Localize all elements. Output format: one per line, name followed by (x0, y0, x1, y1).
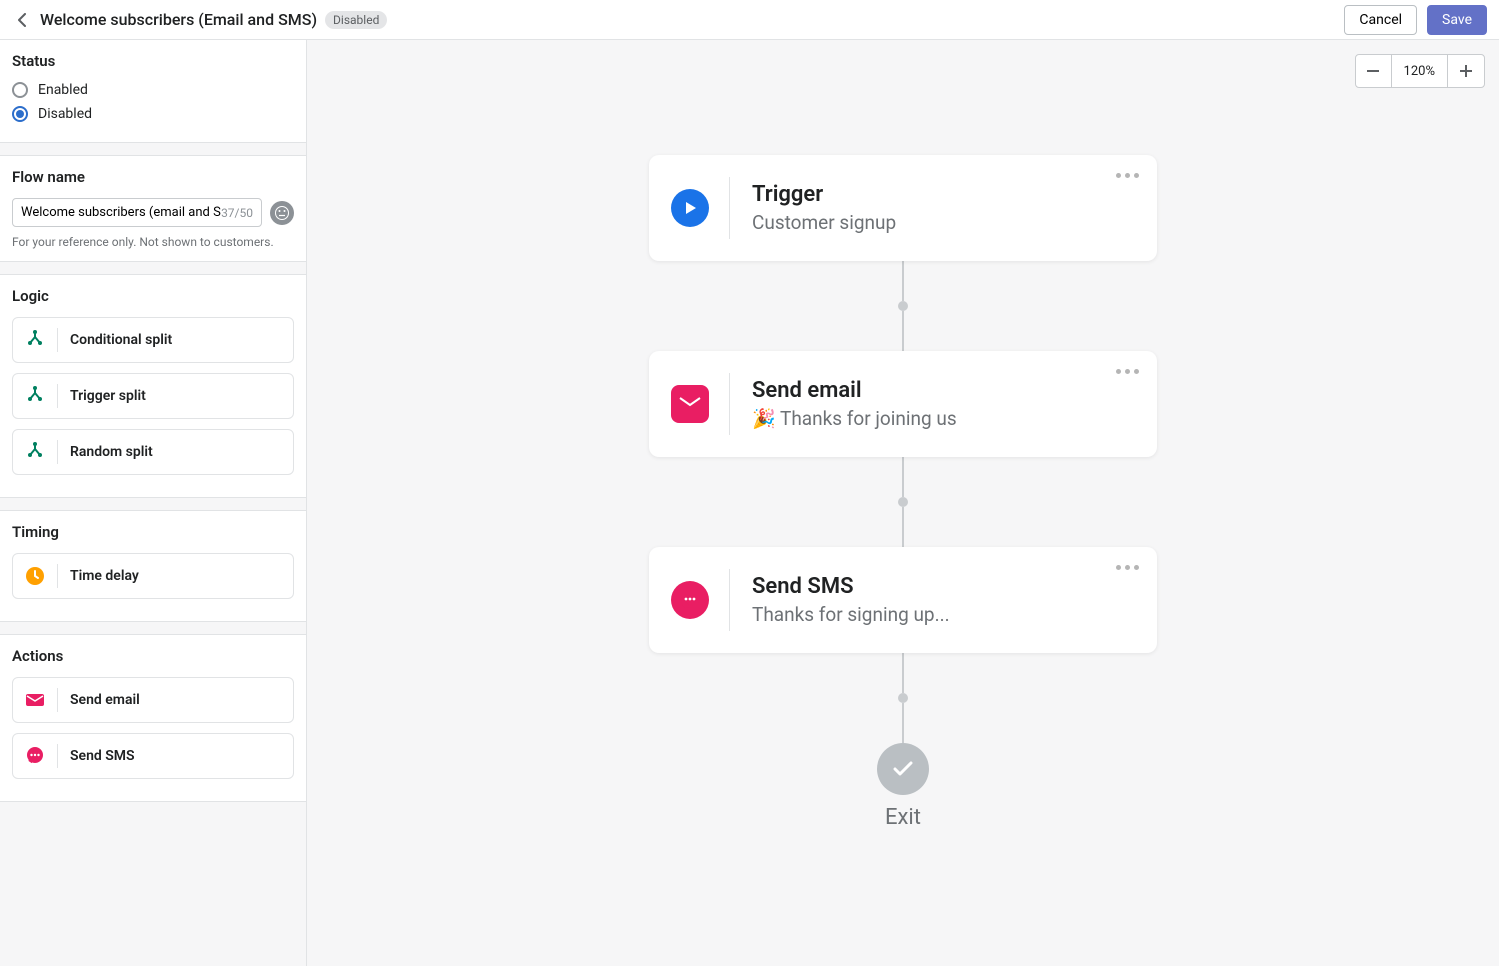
cancel-button[interactable]: Cancel (1344, 5, 1417, 35)
zoom-controls: 120% (1355, 54, 1485, 88)
status-title: Status (12, 52, 294, 70)
check-icon (890, 756, 916, 782)
radio-label: Disabled (38, 106, 92, 122)
canvas[interactable]: 120% Trigger Customer signup (307, 40, 1499, 966)
node-subtitle: 🎉 Thanks for joining us (752, 407, 1135, 430)
radio-disabled[interactable]: Disabled (12, 106, 294, 122)
node-title: Trigger (752, 182, 1135, 207)
zoom-out-button[interactable] (1356, 55, 1392, 87)
radio-enabled[interactable]: Enabled (12, 82, 294, 98)
emoji-icon (275, 206, 289, 220)
logic-title: Logic (12, 287, 294, 305)
node-send-sms[interactable]: Send SMS Thanks for signing up... (649, 547, 1157, 653)
zoom-in-button[interactable] (1448, 55, 1484, 87)
exit-node (877, 743, 929, 795)
split-icon (23, 440, 47, 464)
sidebar: Status Enabled Disabled Flow name 37/50 (0, 40, 307, 966)
logic-item-conditional-split[interactable]: Conditional split (12, 317, 294, 363)
actions-item-sms[interactable]: Send SMS (12, 733, 294, 779)
chevron-left-icon (18, 13, 26, 27)
save-button[interactable]: Save (1427, 5, 1487, 35)
flowname-helper: For your reference only. Not shown to cu… (12, 235, 294, 249)
minus-icon (1367, 70, 1379, 72)
block-label: Conditional split (70, 332, 172, 348)
clock-icon (23, 564, 47, 588)
node-trigger[interactable]: Trigger Customer signup (649, 155, 1157, 261)
topbar: Welcome subscribers (Email and SMS) Disa… (0, 0, 1499, 40)
exit-label: Exit (885, 805, 921, 830)
emoji-button[interactable] (270, 201, 294, 225)
flowname-panel: Flow name 37/50 For your reference only.… (0, 155, 306, 262)
node-menu-button[interactable] (1116, 369, 1139, 374)
node-subtitle: Thanks for signing up... (752, 603, 1135, 626)
page-title: Welcome subscribers (Email and SMS) (40, 10, 317, 29)
actions-title: Actions (12, 647, 294, 665)
timing-item-delay[interactable]: Time delay (12, 553, 294, 599)
node-send-email[interactable]: Send email 🎉 Thanks for joining us (649, 351, 1157, 457)
sms-icon (671, 581, 709, 619)
block-label: Send SMS (70, 748, 135, 764)
email-icon (23, 688, 47, 712)
flowname-title: Flow name (12, 168, 294, 186)
node-title: Send SMS (752, 574, 1135, 599)
flowname-input[interactable] (21, 205, 221, 220)
actions-panel: Actions Send email Send SMS (0, 634, 306, 802)
email-icon (671, 385, 709, 423)
add-node-button[interactable] (898, 497, 908, 507)
radio-label: Enabled (38, 82, 88, 98)
node-menu-button[interactable] (1116, 173, 1139, 178)
block-label: Send email (70, 692, 140, 708)
flowname-input-wrap[interactable]: 37/50 (12, 198, 262, 227)
node-menu-button[interactable] (1116, 565, 1139, 570)
timing-title: Timing (12, 523, 294, 541)
logic-item-random-split[interactable]: Random split (12, 429, 294, 475)
radio-icon (12, 82, 28, 98)
back-button[interactable] (12, 10, 32, 30)
sms-icon (23, 744, 47, 768)
logic-panel: Logic Conditional split Trigger split Ra… (0, 274, 306, 498)
actions-item-email[interactable]: Send email (12, 677, 294, 723)
plus-icon (1460, 65, 1472, 77)
zoom-value: 120% (1392, 55, 1448, 87)
block-label: Random split (70, 444, 153, 460)
radio-icon (12, 106, 28, 122)
split-icon (23, 384, 47, 408)
add-node-button[interactable] (898, 301, 908, 311)
flow: Trigger Customer signup Send email 🎉 Tha… (649, 155, 1157, 830)
play-icon (671, 189, 709, 227)
block-label: Trigger split (70, 388, 146, 404)
split-icon (23, 328, 47, 352)
status-badge: Disabled (325, 11, 387, 29)
node-title: Send email (752, 378, 1135, 403)
status-panel: Status Enabled Disabled (0, 40, 306, 143)
char-count: 37/50 (221, 206, 253, 220)
block-label: Time delay (70, 568, 139, 584)
logic-item-trigger-split[interactable]: Trigger split (12, 373, 294, 419)
add-node-button[interactable] (898, 693, 908, 703)
timing-panel: Timing Time delay (0, 510, 306, 622)
node-subtitle: Customer signup (752, 211, 1135, 234)
